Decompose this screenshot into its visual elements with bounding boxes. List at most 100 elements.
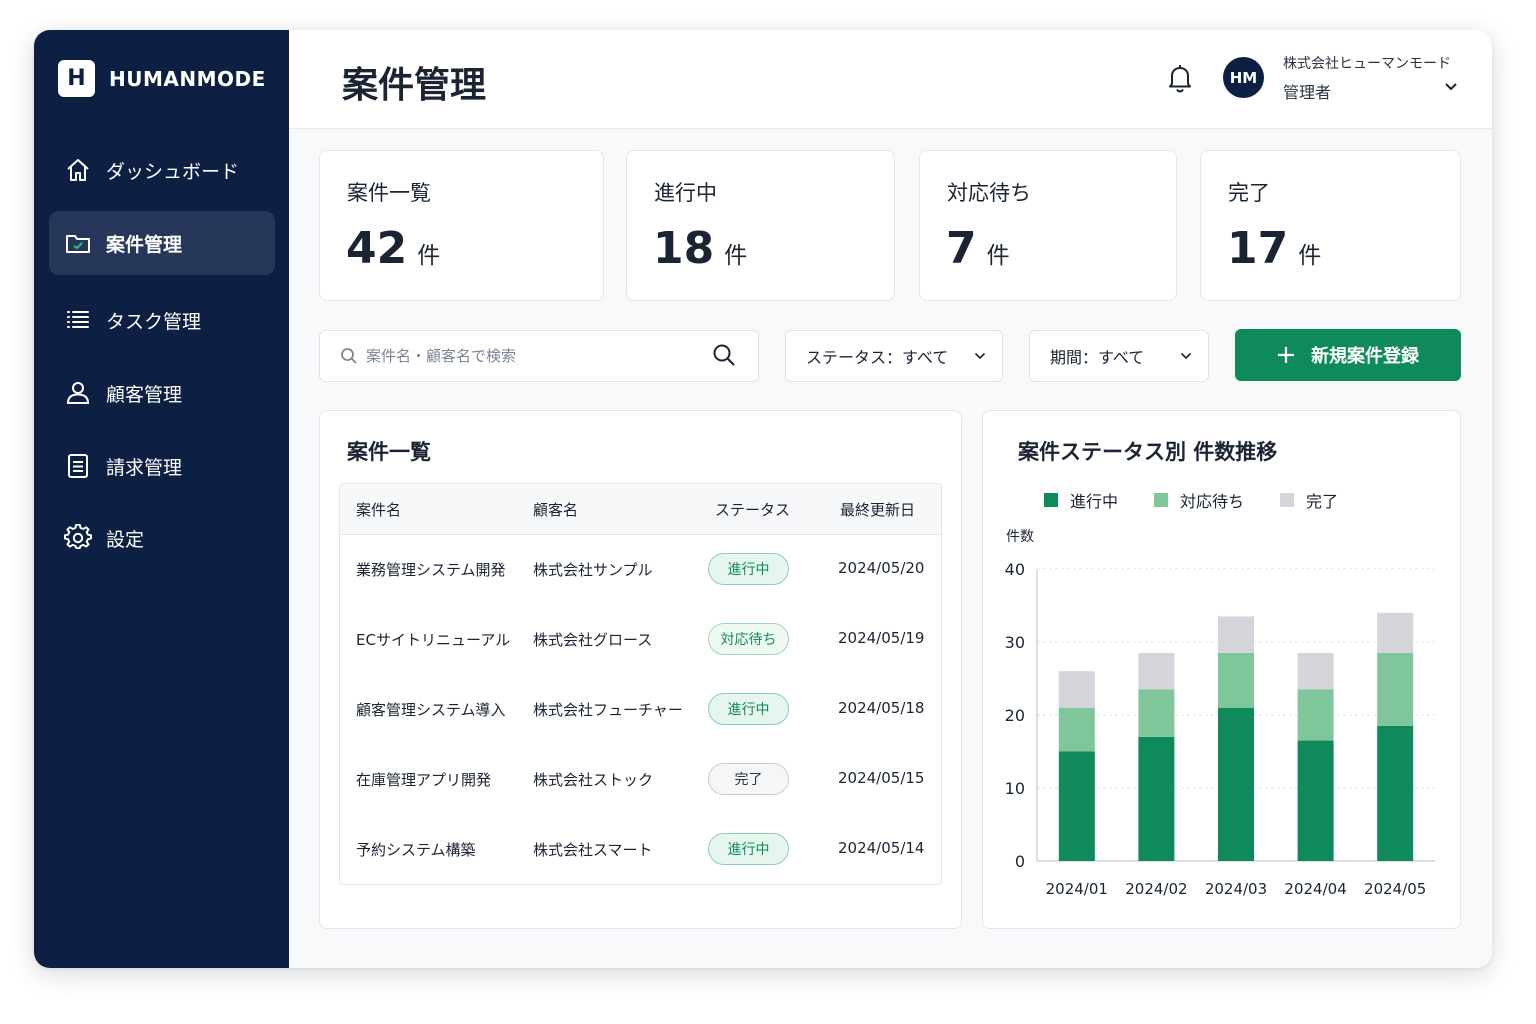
bar-segment [1377,612,1414,653]
sidebar-item-customers[interactable]: 顧客管理 [49,361,275,425]
client-name: 株式会社フューチャー [533,701,683,719]
stat-label: 対応待ち [947,181,1031,205]
sidebar-item-tasks[interactable]: タスク管理 [49,288,275,352]
table-row[interactable]: ECサイトリニューアル 株式会社グロース 対応待ち 2024/05/19 [340,605,941,676]
status-badge: 進行中 [708,693,789,725]
new-project-button[interactable]: 新規案件登録 [1235,329,1461,381]
column-header[interactable]: 案件名 [356,499,401,520]
y-tick-label: 40 [1005,560,1025,579]
plus-icon [1278,347,1294,363]
stat-card-waiting: 対応待ち 7件 [919,150,1177,301]
status-badge: 進行中 [708,833,789,865]
bar-segment [1218,707,1254,861]
bar-segment [1377,725,1414,861]
sidebar-item-dashboard[interactable]: ダッシュボード [49,138,275,202]
stat-label: 案件一覧 [347,181,431,205]
project-list-panel: 案件一覧 案件名 顧客名 ステータス 最終更新日 業務管理システム開発 株式会社… [319,410,962,929]
updated-date: 2024/05/20 [838,559,925,577]
status-filter-select[interactable]: ステータス：すべて [785,330,1003,382]
panel-title: 案件一覧 [347,440,431,464]
x-tick-label: 2024/01 [1046,880,1108,898]
bar-segment [1297,740,1334,861]
y-tick-label: 30 [1005,633,1025,652]
page-title: 案件管理 [342,65,487,106]
table-header: 案件名 顧客名 ステータス 最終更新日 [340,484,941,535]
sidebar-item-settings[interactable]: 設定 [49,506,275,570]
updated-date: 2024/05/14 [838,839,925,857]
status-filter-label: ステータス：すべて [806,348,949,367]
table-row[interactable]: 在庫管理アプリ開発 株式会社ストック 完了 2024/05/15 [340,745,941,816]
user-company: 株式会社ヒューマンモード [1283,56,1451,72]
client-name: 株式会社スマート [533,841,653,859]
stat-value: 7 [946,223,977,274]
status-badge: 進行中 [708,553,789,585]
sidebar-item-label: 設定 [106,528,145,551]
sidebar-item-label: ダッシュボード [106,160,240,183]
stat-unit: 件 [724,243,748,269]
y-tick-label: 20 [1005,706,1025,725]
bar-segment [1297,652,1334,690]
stat-value: 17 [1227,223,1289,274]
new-project-label: 新規案件登録 [1311,346,1419,367]
brand[interactable]: H HUMANMODE [58,60,266,97]
folder-icon [64,229,92,257]
period-filter-select[interactable]: 期間：すべて [1029,330,1209,382]
bar-segment [1377,652,1414,726]
project-name: 業務管理システム開発 [356,561,506,579]
chevron-down-icon [974,352,986,360]
bar-segment [1297,689,1334,741]
bar-segment [1058,671,1095,708]
y-tick-label: 10 [1005,779,1025,798]
stat-value: 42 [346,223,408,274]
sidebar-item-label: 顧客管理 [106,383,183,406]
document-icon [64,452,92,480]
sidebar-item-projects[interactable]: 案件管理 [49,211,275,275]
gear-icon [64,524,92,552]
table-row[interactable]: 業務管理システム開発 株式会社サンプル 進行中 2024/05/20 [340,535,941,606]
app-window: H HUMANMODE ダッシュボード 案件管理 タスク管理 顧客管理 請求管理… [34,30,1492,968]
search-icon[interactable] [712,343,736,367]
project-name: 顧客管理システム導入 [356,701,506,719]
chevron-down-icon[interactable] [1444,82,1458,92]
avatar[interactable]: HM [1223,57,1264,98]
updated-date: 2024/05/15 [838,769,925,787]
bar-segment [1218,652,1254,708]
x-tick-label: 2024/02 [1125,880,1187,898]
main-content: 案件管理 HM 株式会社ヒューマンモード 管理者 案件一覧 42 件 進行中 18… [289,30,1492,968]
stat-label: 進行中 [654,181,717,205]
project-name: 在庫管理アプリ開発 [356,771,492,789]
sidebar-item-label: タスク管理 [106,310,202,333]
stat-card-total: 案件一覧 42 件 [319,150,604,301]
project-name: 予約システム構築 [356,841,476,859]
bar-segment [1058,751,1095,861]
sidebar: H HUMANMODE ダッシュボード 案件管理 タスク管理 顧客管理 請求管理… [34,30,289,968]
x-tick-label: 2024/05 [1364,880,1426,898]
stat-unit: 件 [986,243,1010,269]
bar-segment [1138,736,1175,861]
bell-icon[interactable] [1165,62,1195,94]
sidebar-item-label: 案件管理 [106,233,183,256]
column-header[interactable]: 最終更新日 [840,499,915,520]
stat-card-in-progress: 進行中 18 件 [626,150,895,301]
stat-unit: 件 [417,243,441,269]
list-icon [64,306,92,334]
x-tick-label: 2024/04 [1284,880,1346,898]
project-name: ECサイトリニューアル [356,631,511,649]
bar-segment [1138,689,1175,737]
table-row[interactable]: 顧客管理システム導入 株式会社フューチャー 進行中 2024/05/18 [340,675,941,746]
stat-label: 完了 [1228,181,1270,205]
stat-value: 18 [653,223,715,274]
column-header[interactable]: 顧客名 [533,499,578,520]
user-icon [64,379,92,407]
header: 案件管理 HM 株式会社ヒューマンモード 管理者 [289,30,1492,129]
user-role: 管理者 [1283,83,1332,102]
search-input[interactable] [364,343,698,369]
brand-name: HUMANMODE [109,66,266,91]
sidebar-item-billing[interactable]: 請求管理 [49,434,275,498]
status-badge: 完了 [708,763,789,795]
status-badge: 対応待ち [708,623,789,655]
chevron-down-icon [1180,352,1192,360]
search-icon [341,348,357,364]
column-header[interactable]: ステータス [715,499,790,520]
table-row[interactable]: 予約システム構築 株式会社スマート 進行中 2024/05/14 [340,815,941,884]
